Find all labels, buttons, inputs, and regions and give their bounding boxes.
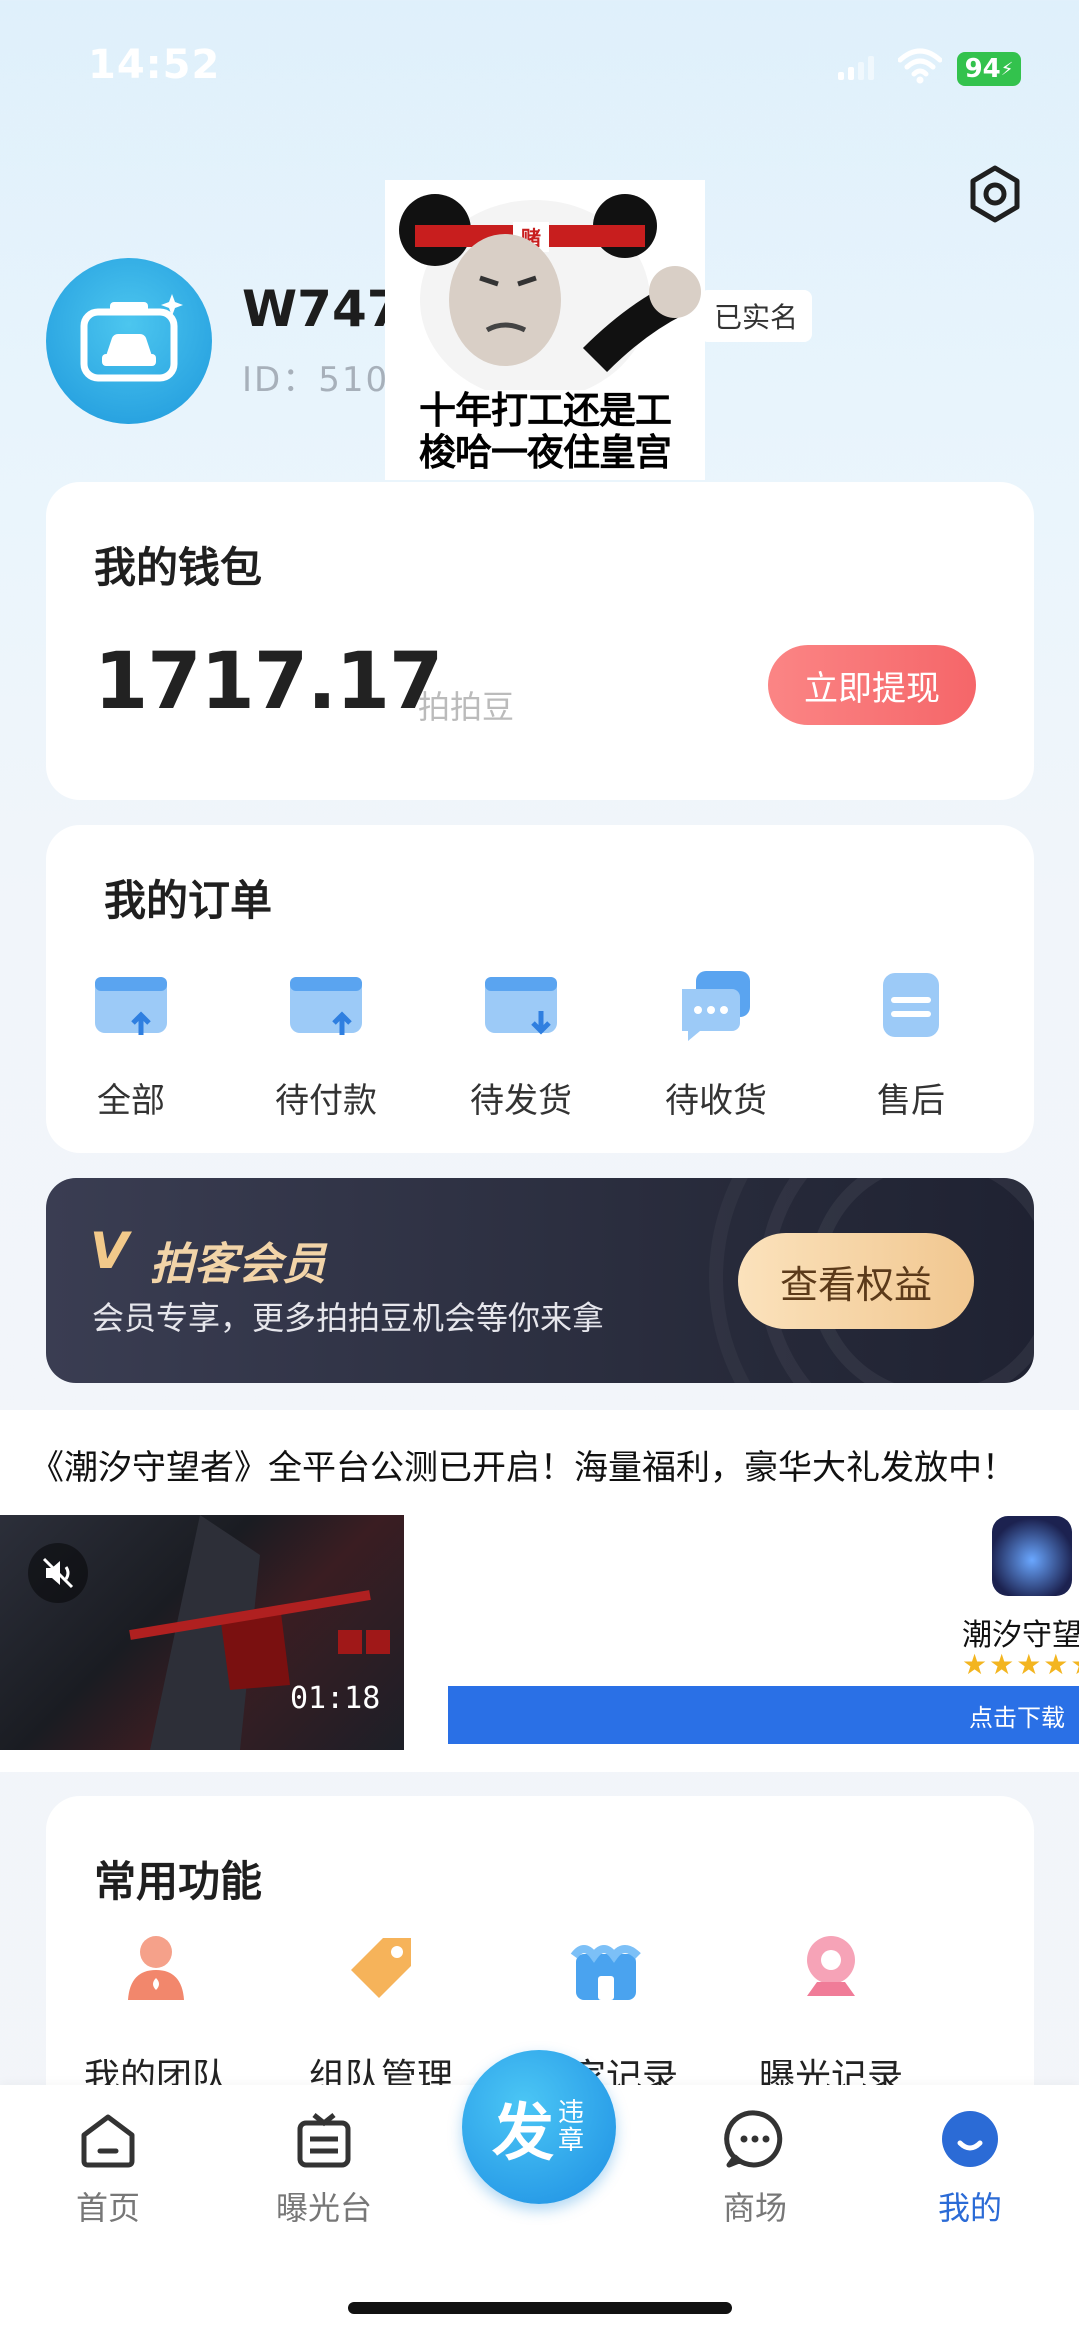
publish-violation-button[interactable]: 发 违章	[462, 2050, 616, 2204]
tab-label: 首页	[75, 2189, 140, 2227]
publish-main-label: 发	[491, 2096, 554, 2169]
functions-title: 常用功能	[94, 1857, 263, 1906]
all-orders-icon	[95, 977, 167, 1035]
publish-sub-label: 违章	[558, 2098, 585, 2156]
order-label: 待发货	[470, 1081, 572, 1121]
order-label: 待收货	[665, 1081, 767, 1121]
ad-video[interactable]: 01:18	[0, 1515, 404, 1750]
wallet-balance: 1717.17	[94, 637, 443, 727]
pending-payment-icon	[290, 977, 362, 1035]
orders-card: 我的订单 全部 待付款 待发货 待收货 售后	[46, 825, 1034, 1153]
status-time: 14:52	[88, 42, 221, 88]
download-button[interactable]: 点击下载	[448, 1686, 1079, 1744]
vip-v-icon: V	[90, 1222, 129, 1280]
home-indicator	[348, 2302, 732, 2314]
meme-caption-line1: 十年打工还是工	[419, 389, 672, 432]
order-label: 待付款	[275, 1081, 377, 1121]
order-all[interactable]: 全部	[66, 963, 196, 1122]
pending-receipt-icon	[682, 971, 750, 1041]
mute-icon[interactable]	[28, 1543, 88, 1603]
wallet-card[interactable]: 我的钱包 1717.17 拍拍豆 立即提现	[46, 482, 1034, 800]
vip-banner[interactable]: V 拍客会员 会员专享，更多拍拍豆机会等你来拿 查看权益	[46, 1178, 1034, 1383]
rating-stars: ★★★★★	[962, 1648, 1079, 1681]
exposure-board-icon	[297, 2113, 351, 2168]
order-pending-shipment[interactable]: 待发货	[456, 963, 586, 1122]
order-label: 售后	[877, 1081, 945, 1121]
vip-subtitle: 会员专享，更多拍拍豆机会等你来拿	[92, 1299, 605, 1337]
tab-label: 我的	[937, 2189, 1002, 2227]
tab-exposure-board[interactable]: 曝光台	[254, 2107, 394, 2229]
order-label: 全部	[97, 1081, 165, 1121]
order-pending-receipt[interactable]: 待收货	[651, 963, 781, 1122]
meme-sticker: 赌 十年打工还是工 梭哈一夜住皇宫	[385, 180, 705, 480]
video-duration: 01:18	[290, 1681, 381, 1716]
view-benefits-button[interactable]: 查看权益	[738, 1233, 974, 1329]
orders-title: 我的订单	[104, 876, 273, 925]
exposure-record-icon	[807, 1936, 855, 1996]
func-my-team[interactable]: 我的团队	[66, 1926, 246, 2100]
user-id: ID：510	[242, 360, 390, 400]
verified-badge: 已实名	[700, 290, 813, 342]
battery-indicator: 94 ⚡	[957, 52, 1021, 86]
withdraw-button[interactable]: 立即提现	[768, 645, 976, 725]
func-exposure-record[interactable]: 曝光记录	[741, 1926, 921, 2100]
wallet-title: 我的钱包	[94, 543, 263, 592]
ad-banner[interactable]: 《潮汐守望者》全平台公测已开启！海量福利，豪华大礼发放中！ 01:18 潮汐守望…	[0, 1410, 1079, 1772]
panda-meme-image: 赌	[399, 194, 701, 400]
profile-icon	[942, 2111, 998, 2167]
ad-title[interactable]: 《潮汐守望者》全平台公测已开启！海量福利，豪华大礼发放中！	[30, 1440, 1016, 1489]
tab-home[interactable]: 首页	[38, 2107, 178, 2229]
avatar[interactable]	[46, 258, 212, 424]
mall-icon	[724, 2110, 783, 2168]
tab-label: 曝光台	[275, 2189, 372, 2227]
meme-caption-line2: 梭哈一夜住皇宫	[419, 431, 672, 474]
camera-car-icon	[80, 294, 183, 382]
signal-icon	[838, 56, 878, 80]
wifi-icon	[898, 48, 942, 84]
team-manage-icon	[351, 1938, 411, 1998]
vip-title: 拍客会员	[150, 1239, 326, 1290]
team-icon	[128, 1936, 184, 2000]
app-icon[interactable]	[992, 1516, 1072, 1596]
settings-icon[interactable]	[966, 165, 1024, 223]
merchant-record-icon	[570, 1945, 641, 2000]
order-after-sales[interactable]: 售后	[846, 963, 976, 1122]
tab-mall[interactable]: 商场	[685, 2107, 825, 2229]
balance-unit: 拍拍豆	[418, 688, 515, 726]
tab-label: 商场	[722, 2189, 787, 2227]
order-pending-payment[interactable]: 待付款	[261, 963, 391, 1122]
battery-level: 94	[964, 54, 1001, 84]
after-sales-icon	[883, 973, 939, 1037]
pending-shipment-icon	[485, 977, 557, 1035]
tab-mine[interactable]: 我的	[900, 2107, 1040, 2229]
username: W747	[242, 280, 402, 338]
func-team-manage[interactable]: 组队管理	[291, 1926, 471, 2100]
home-icon	[81, 2114, 135, 2168]
